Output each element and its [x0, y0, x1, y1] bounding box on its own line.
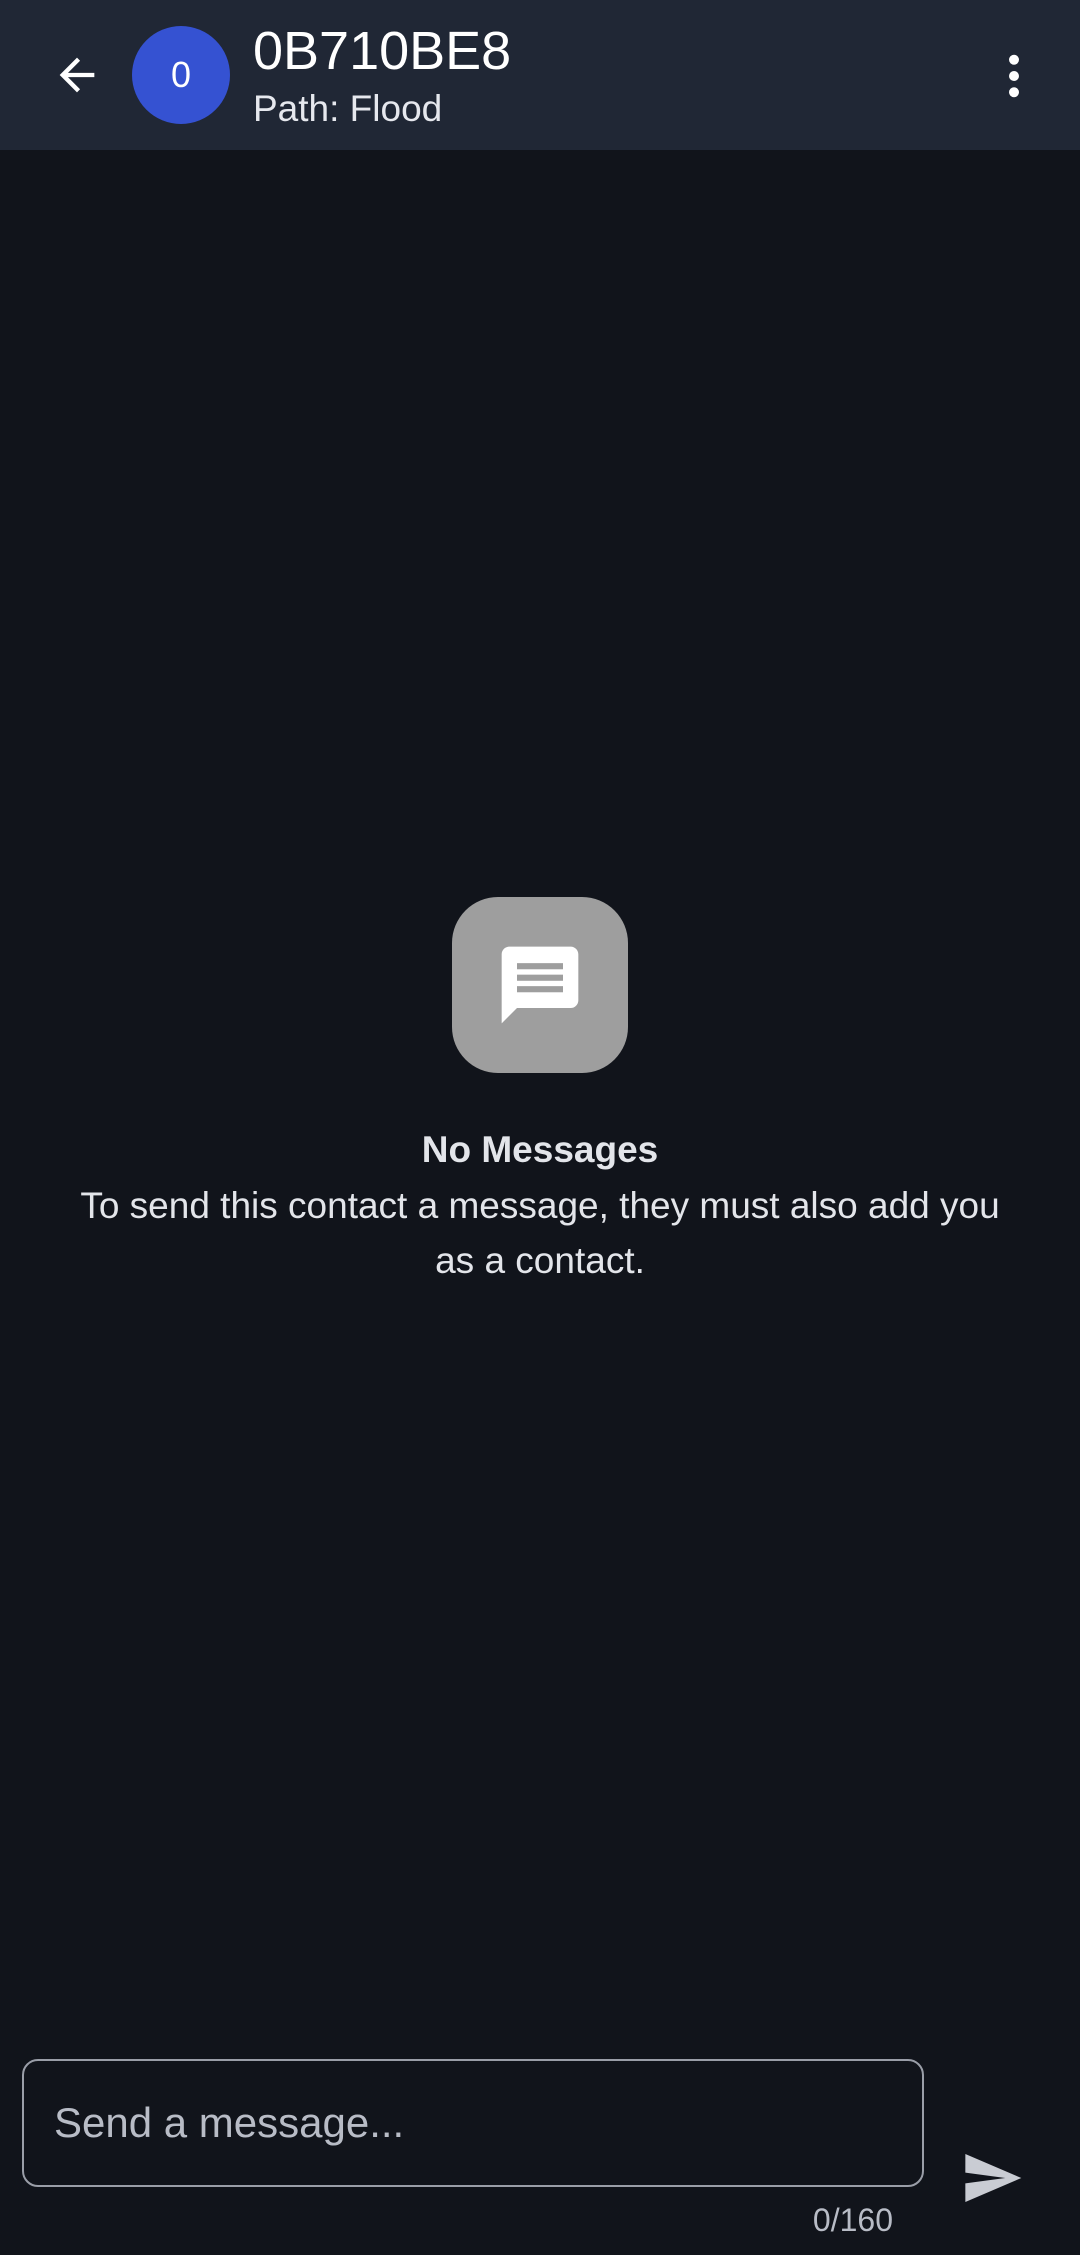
arrow-left-icon — [59, 57, 95, 93]
send-icon — [965, 2154, 1022, 2202]
avatar[interactable]: 0 — [132, 26, 230, 124]
empty-state-description: To send this contact a message, they mus… — [80, 1185, 1000, 1281]
more-vertical-icon — [1009, 54, 1019, 98]
back-button[interactable] — [38, 36, 116, 114]
more-options-button[interactable] — [974, 36, 1054, 116]
message-input[interactable] — [54, 2061, 894, 2185]
character-counter: 0/160 — [812, 2202, 893, 2238]
chat-header: 0 0B710BE8 Path: Flood — [0, 0, 1080, 150]
avatar-initial: 0 — [170, 54, 192, 95]
message-bubble-icon — [501, 946, 579, 1024]
empty-state-title: No Messages — [421, 1129, 659, 1170]
empty-state-icon-tile — [452, 897, 628, 1073]
contact-name[interactable]: 0B710BE8 — [253, 18, 511, 84]
send-button[interactable] — [952, 2138, 1032, 2218]
message-input-field[interactable] — [22, 2059, 924, 2187]
chat-screen: 0 0B710BE8 Path: Flood No Messages To se… — [0, 0, 1080, 2255]
contact-path: Path: Flood — [253, 88, 443, 129]
